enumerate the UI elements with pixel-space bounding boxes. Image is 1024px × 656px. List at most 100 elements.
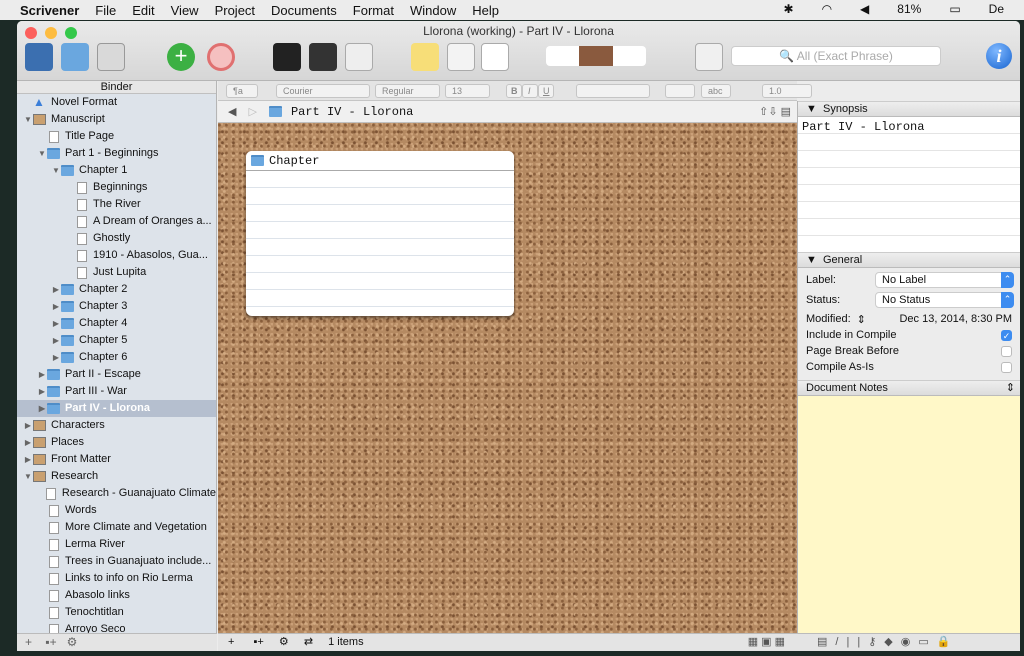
binder-item[interactable]: 1910 - Abasolos, Guа... bbox=[17, 247, 216, 264]
binder-item[interactable]: ▶ Characters bbox=[17, 417, 216, 434]
add-folder-icon[interactable]: ▪+ bbox=[45, 635, 56, 649]
outliner-icon[interactable] bbox=[613, 46, 646, 66]
gear-icon[interactable]: ⚙ bbox=[279, 636, 289, 648]
alignment-buttons[interactable] bbox=[576, 84, 650, 98]
snapshots-tab-icon[interactable]: ◉ bbox=[901, 636, 919, 648]
keywords-tab-icon[interactable]: ⚷ bbox=[868, 636, 884, 648]
document-notes-area[interactable] bbox=[798, 396, 1020, 651]
split-icon[interactable] bbox=[447, 43, 475, 71]
binder-item[interactable]: Words bbox=[17, 502, 216, 519]
disclosure-triangle-icon[interactable]: ▼ bbox=[23, 111, 33, 128]
menu-window[interactable]: Window bbox=[410, 3, 456, 18]
binder-item[interactable]: More Climate and Vegetation bbox=[17, 519, 216, 536]
binder-item[interactable]: ▶ Part IV - Llorona bbox=[17, 400, 216, 417]
menu-view[interactable]: View bbox=[171, 3, 199, 18]
menu-edit[interactable]: Edit bbox=[132, 3, 154, 18]
add-icon[interactable]: + bbox=[167, 43, 195, 71]
disclosure-triangle-icon[interactable]: ▶ bbox=[51, 298, 61, 315]
disclosure-triangle-icon[interactable]: ▶ bbox=[37, 400, 47, 417]
collections-icon[interactable] bbox=[61, 43, 89, 71]
disclosure-triangle-icon[interactable]: ▶ bbox=[37, 383, 47, 400]
disclosure-triangle-icon[interactable]: ▼ bbox=[23, 468, 33, 485]
index-card[interactable]: Chapter bbox=[246, 151, 514, 316]
binder-item[interactable]: Ghostly bbox=[17, 230, 216, 247]
keywords-icon[interactable] bbox=[309, 43, 337, 71]
binder-item[interactable]: Tenochtitlan bbox=[17, 604, 216, 621]
include-compile-checkbox[interactable]: ✓ bbox=[1001, 329, 1012, 341]
binder-item[interactable]: Title Page bbox=[17, 128, 216, 145]
search-input[interactable]: 🔍 All (Exact Phrase) bbox=[731, 46, 941, 66]
delete-icon[interactable] bbox=[207, 43, 235, 71]
disclosure-triangle-icon[interactable]: ▼ bbox=[37, 145, 47, 162]
disclosure-triangle-icon[interactable]: ▶ bbox=[51, 281, 61, 298]
binder-item[interactable]: ▶ Places bbox=[17, 434, 216, 451]
binder-item[interactable]: The River bbox=[17, 196, 216, 213]
binder-item[interactable]: ▶ Chapter 6 bbox=[17, 349, 216, 366]
binder-item[interactable]: Trees in Guanajuato include... bbox=[17, 553, 216, 570]
notes-tab-icon[interactable]: ▤ bbox=[817, 636, 835, 648]
comments-tab-icon[interactable]: ▭ bbox=[918, 636, 936, 648]
binder-item[interactable]: ▼ Research bbox=[17, 468, 216, 485]
binder-item[interactable]: ▶ Chapter 4 bbox=[17, 315, 216, 332]
document-notes-header[interactable]: Document Notes ⇕ bbox=[798, 380, 1020, 396]
disclosure-triangle-icon[interactable]: ▶ bbox=[51, 332, 61, 349]
text-color-select[interactable] bbox=[665, 84, 695, 98]
view-mode-segmented[interactable] bbox=[546, 46, 646, 66]
binder-item[interactable]: A Dream of Oranges a... bbox=[17, 213, 216, 230]
compile-as-is-checkbox[interactable] bbox=[1001, 361, 1012, 373]
bold-button[interactable]: B bbox=[506, 84, 522, 98]
binder-item[interactable]: ▶ Chapter 5 bbox=[17, 332, 216, 349]
metadata-tab-icon[interactable]: ◆ bbox=[884, 636, 900, 648]
disclosure-triangle-icon[interactable]: ▶ bbox=[23, 434, 33, 451]
status-select[interactable]: No Status bbox=[875, 292, 1014, 308]
general-header[interactable]: ▼ General bbox=[798, 252, 1020, 268]
battery-icon[interactable]: ▭ bbox=[949, 2, 960, 16]
quick-reference-icon[interactable] bbox=[345, 43, 373, 71]
binder-item[interactable]: ▶ Part III - War bbox=[17, 383, 216, 400]
binder-item[interactable]: ▲ Novel Format bbox=[17, 94, 216, 111]
corkboard-view-options-icon[interactable]: ▦ ▣ ▦ bbox=[748, 634, 785, 651]
find-icon[interactable] bbox=[695, 43, 723, 71]
menu-project[interactable]: Project bbox=[215, 3, 255, 18]
binder-item[interactable]: ▼ Part 1 - Beginnings bbox=[17, 145, 216, 162]
inspector-info-icon[interactable]: i bbox=[986, 43, 1012, 69]
binder-item[interactable]: Just Lupita bbox=[17, 264, 216, 281]
font-family-select[interactable]: Courier bbox=[276, 84, 370, 98]
modified-stepper-icon[interactable]: ⇕ bbox=[857, 313, 866, 326]
composition-mode-icon[interactable] bbox=[273, 43, 301, 71]
disclosure-triangle-icon[interactable]: ▶ bbox=[23, 417, 33, 434]
font-size-select[interactable]: 13 bbox=[445, 84, 490, 98]
binder-item[interactable]: Lerma River bbox=[17, 536, 216, 553]
disclosure-triangle-icon[interactable]: ▶ bbox=[23, 451, 33, 468]
wifi-icon[interactable]: ◠ bbox=[822, 2, 832, 16]
gear-icon[interactable]: ⚙ bbox=[67, 635, 78, 649]
binder-item[interactable]: Research - Guanajuato Climate bbox=[17, 485, 216, 502]
binder-item[interactable]: ▼ Manuscript bbox=[17, 111, 216, 128]
line-spacing-select[interactable]: 1.0 bbox=[762, 84, 812, 98]
synopsis-header[interactable]: ▼ Synopsis bbox=[798, 101, 1020, 117]
binder-item[interactable]: ▶ Part II - Escape bbox=[17, 366, 216, 383]
page-break-checkbox[interactable] bbox=[1001, 345, 1012, 357]
menu-app[interactable]: Scrivener bbox=[20, 3, 79, 18]
disclosure-triangle-icon[interactable]: ▶ bbox=[51, 315, 61, 332]
lock-icon[interactable]: 🔒 bbox=[937, 636, 959, 648]
binder-toggle-icon[interactable] bbox=[25, 43, 53, 71]
scrivenings-icon[interactable] bbox=[546, 46, 579, 66]
binder-item[interactable]: Abasolo links bbox=[17, 587, 216, 604]
back-arrow-icon[interactable]: ◀ bbox=[228, 105, 236, 118]
underline-button[interactable]: U bbox=[538, 84, 554, 98]
editor-header-title[interactable]: Part IV - Llorona bbox=[291, 105, 413, 119]
font-weight-select[interactable]: Regular bbox=[375, 84, 440, 98]
binder-item[interactable]: Links to info on Rio Lerma bbox=[17, 570, 216, 587]
swap-icon[interactable]: ⇄ bbox=[304, 636, 313, 648]
forward-arrow-icon[interactable]: ▷ bbox=[248, 105, 256, 118]
modified-label[interactable]: Modified: bbox=[806, 313, 851, 325]
synopsis-text[interactable]: Part IV - Llorona bbox=[798, 117, 1020, 252]
add-folder-icon[interactable]: ▪+ bbox=[254, 636, 264, 648]
snapshot-icon[interactable] bbox=[411, 43, 439, 71]
menu-format[interactable]: Format bbox=[353, 3, 394, 18]
add-icon[interactable]: + bbox=[228, 636, 234, 648]
disclosure-triangle-icon[interactable]: ▶ bbox=[51, 349, 61, 366]
navigate-arrows-icon[interactable]: ⇧⇩ ▤ bbox=[759, 105, 791, 118]
volume-icon[interactable]: ◀ bbox=[860, 2, 869, 16]
